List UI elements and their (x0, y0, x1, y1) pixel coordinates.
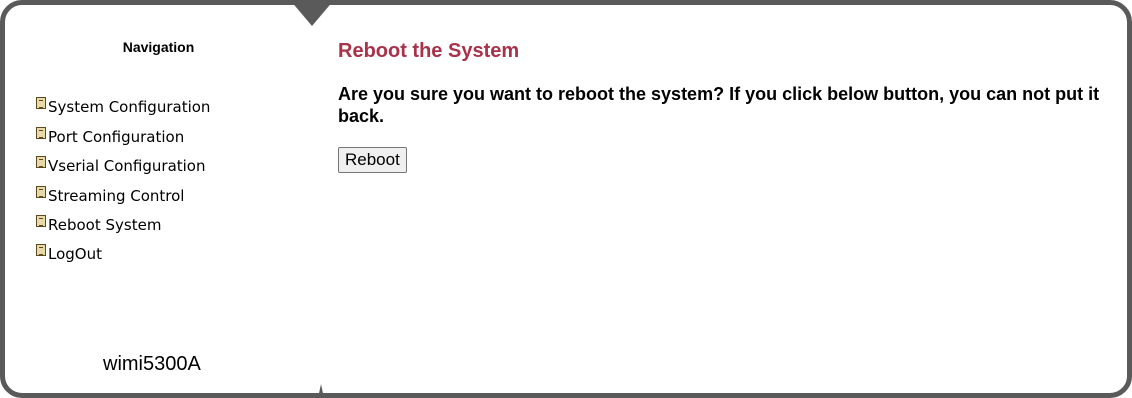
reboot-button[interactable]: Reboot (338, 147, 407, 173)
document-icon (36, 244, 46, 257)
nav-item-label[interactable]: Port Configuration (48, 128, 184, 146)
page-title: Reboot the System (338, 40, 520, 62)
document-icon (36, 97, 46, 110)
nav-item-port-configuration[interactable]: Port Configuration (36, 118, 210, 147)
document-icon (36, 214, 46, 227)
confirmation-message: Are you sure you want to reboot the syst… (338, 84, 1100, 126)
nav-item-reboot-system[interactable]: Reboot System (36, 207, 210, 236)
document-icon (36, 156, 46, 169)
sidebar: Navigation System Configuration Port Con… (0, 0, 317, 398)
nav-item-label[interactable]: Vserial Configuration (48, 158, 206, 175)
device-name: wimi5300A (103, 353, 201, 375)
main-content: Reboot the System Are you sure you want … (338, 40, 1112, 173)
nav-item-label[interactable]: Reboot System (48, 216, 161, 234)
divider-notch-top (290, 0, 334, 26)
document-icon (36, 126, 46, 139)
navigation-heading: Navigation (122, 39, 195, 55)
nav-item-label[interactable]: LogOut (48, 246, 102, 263)
document-icon (36, 185, 46, 198)
page-frame: Navigation System Configuration Port Con… (0, 0, 1132, 398)
nav-item-label[interactable]: Streaming Control (48, 187, 184, 205)
nav-list: System Configuration Port Configuration … (36, 89, 210, 265)
nav-item-system-configuration[interactable]: System Configuration (36, 89, 210, 118)
nav-item-streaming-control[interactable]: Streaming Control (36, 177, 210, 206)
nav-item-vserial-configuration[interactable]: Vserial Configuration (36, 148, 210, 177)
divider-notch-bottom (318, 384, 324, 398)
nav-item-logout[interactable]: LogOut (36, 236, 210, 265)
nav-item-label[interactable]: System Configuration (48, 99, 210, 116)
